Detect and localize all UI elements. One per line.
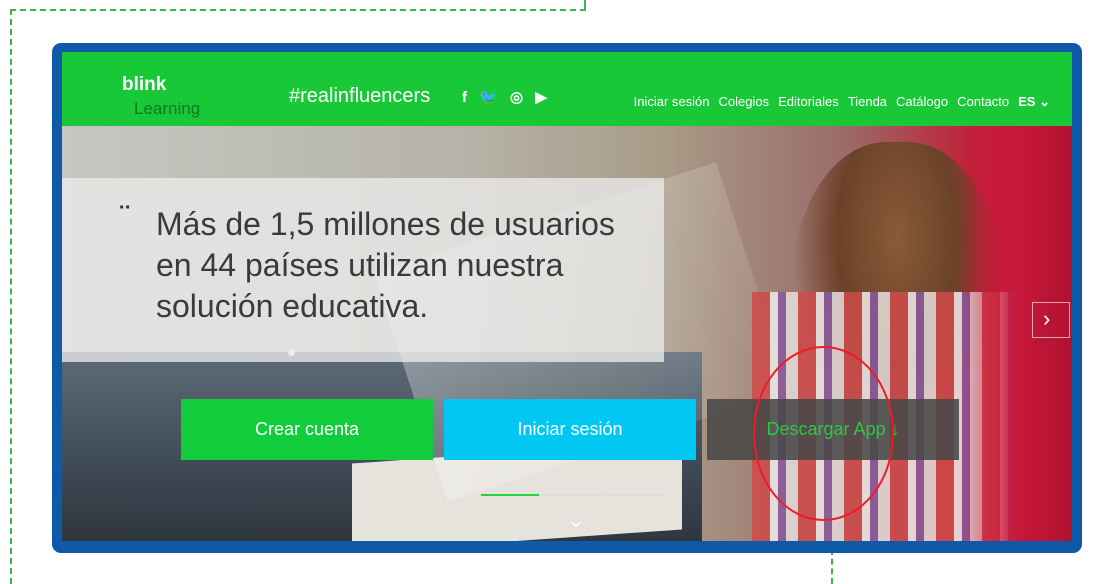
- menu-item-publishers[interactable]: Editoriales: [778, 94, 839, 110]
- chevron-down-icon[interactable]: ⌄: [562, 508, 590, 532]
- social-icons: f 🐦 ◎ ▶: [462, 88, 551, 106]
- hashtag-link[interactable]: #realinfluencers: [289, 85, 430, 108]
- create-account-button[interactable]: Crear cuenta: [181, 399, 433, 460]
- youtube-icon[interactable]: ▶: [535, 88, 551, 106]
- language-selector[interactable]: ES ⌄: [1018, 94, 1050, 110]
- menu-item-contact[interactable]: Contacto: [957, 94, 1009, 110]
- carousel-indicators: [481, 494, 663, 496]
- login-button[interactable]: Iniciar sesión: [444, 399, 696, 460]
- carousel-indicator-2[interactable]: [543, 494, 601, 496]
- screenshot-frame: blink Learning #realinfluencers f 🐦 ◎ ▶ …: [52, 43, 1082, 553]
- quote-mark-icon: ¨: [120, 200, 130, 231]
- carousel-indicator-1[interactable]: [481, 494, 539, 496]
- menu-item-login[interactable]: Iniciar sesión: [634, 94, 710, 110]
- card-dot: [288, 349, 295, 356]
- hero-headline: Más de 1,5 millones de usuarios en 44 pa…: [156, 206, 615, 324]
- main-menu: Iniciar sesión Colegios Editoriales Tien…: [634, 94, 1050, 110]
- twitter-icon[interactable]: 🐦: [479, 88, 502, 106]
- website-screen: blink Learning #realinfluencers f 🐦 ◎ ▶ …: [62, 52, 1072, 541]
- menu-item-store[interactable]: Tienda: [848, 94, 887, 110]
- annotation-dash-left: [10, 9, 12, 584]
- chevron-right-icon: ›: [1043, 306, 1051, 331]
- menu-item-schools[interactable]: Colegios: [718, 94, 769, 110]
- annotation-dash-top-connector: [584, 0, 586, 10]
- logo-subtitle: Learning: [134, 99, 201, 118]
- annotation-dash-top: [10, 9, 586, 11]
- highlight-circle: [753, 346, 894, 521]
- carousel-indicator-3[interactable]: [605, 494, 663, 496]
- logo[interactable]: blink: [122, 74, 166, 96]
- menu-item-catalog[interactable]: Catálogo: [896, 94, 948, 110]
- facebook-icon[interactable]: f: [462, 89, 471, 106]
- instagram-icon[interactable]: ◎: [510, 88, 527, 106]
- carousel-next-button[interactable]: ›: [1032, 302, 1070, 338]
- top-navigation: blink Learning #realinfluencers f 🐦 ◎ ▶ …: [62, 52, 1072, 126]
